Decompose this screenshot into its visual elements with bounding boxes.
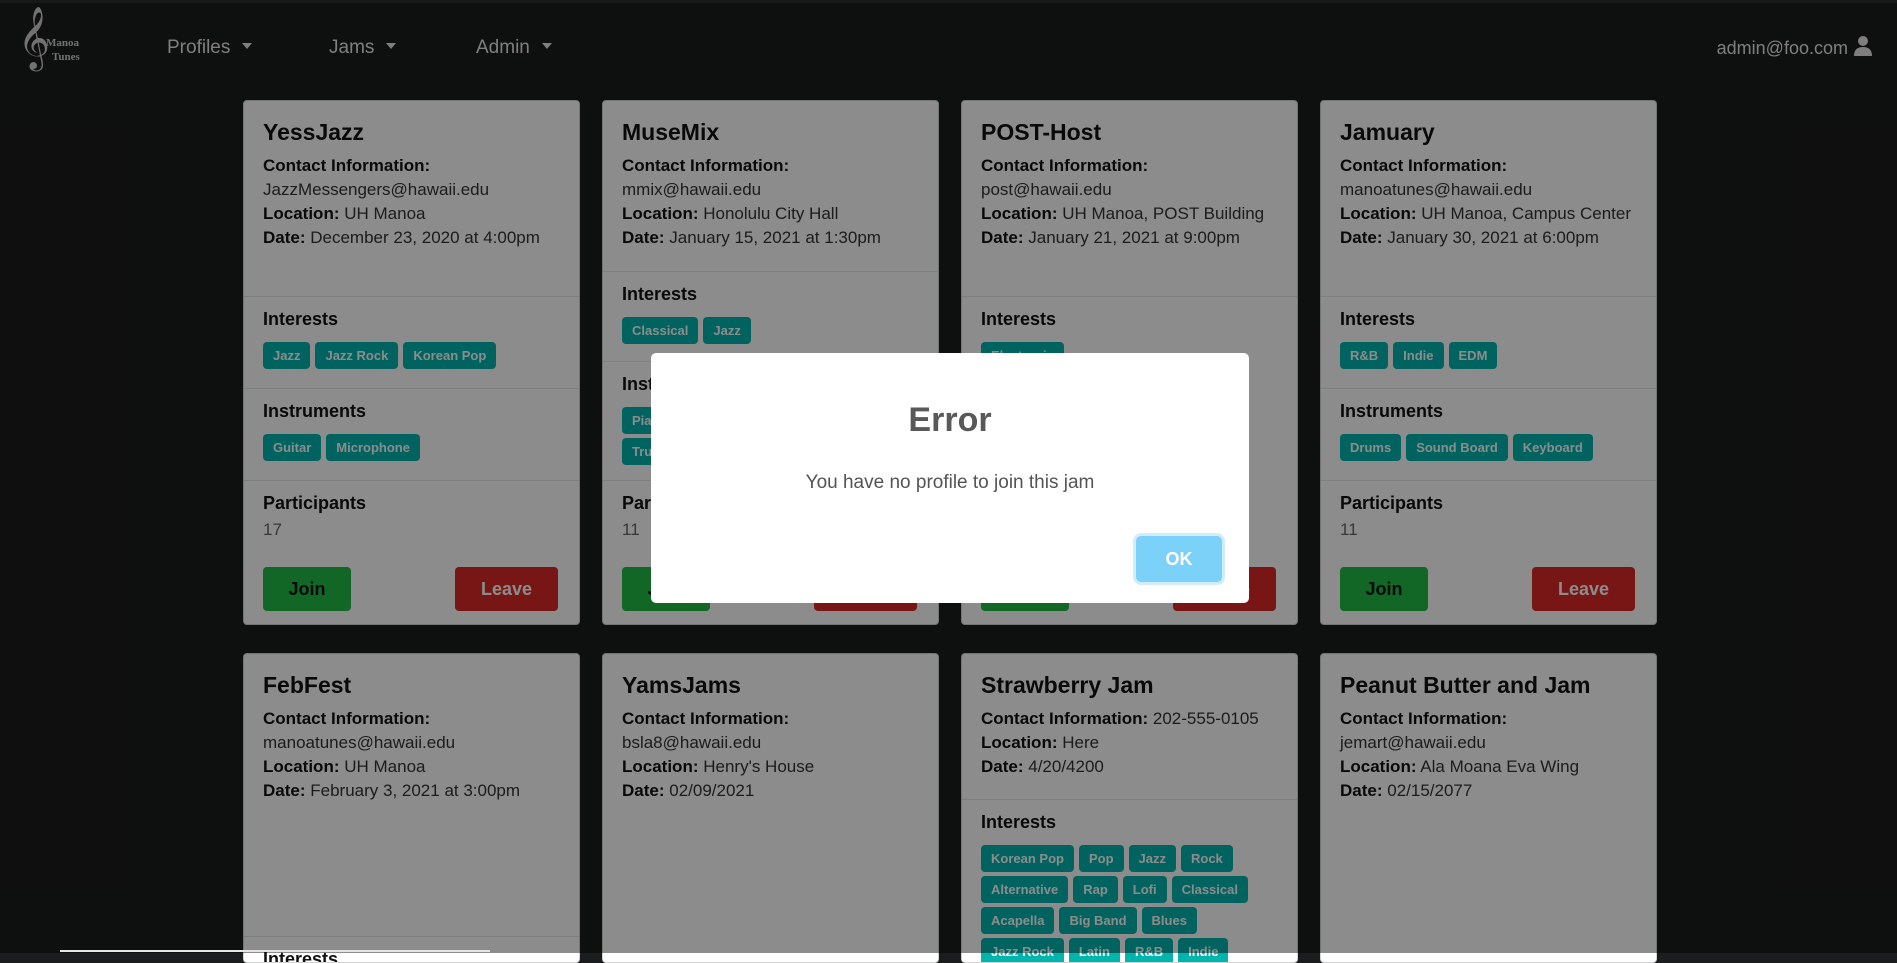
ok-button[interactable]: OK xyxy=(1136,536,1222,582)
horizontal-scrollbar[interactable] xyxy=(60,950,490,952)
error-dialog: Error You have no profile to join this j… xyxy=(651,353,1249,603)
dialog-message: You have no profile to join this jam xyxy=(805,472,1095,493)
dialog-title: Error xyxy=(908,401,992,439)
